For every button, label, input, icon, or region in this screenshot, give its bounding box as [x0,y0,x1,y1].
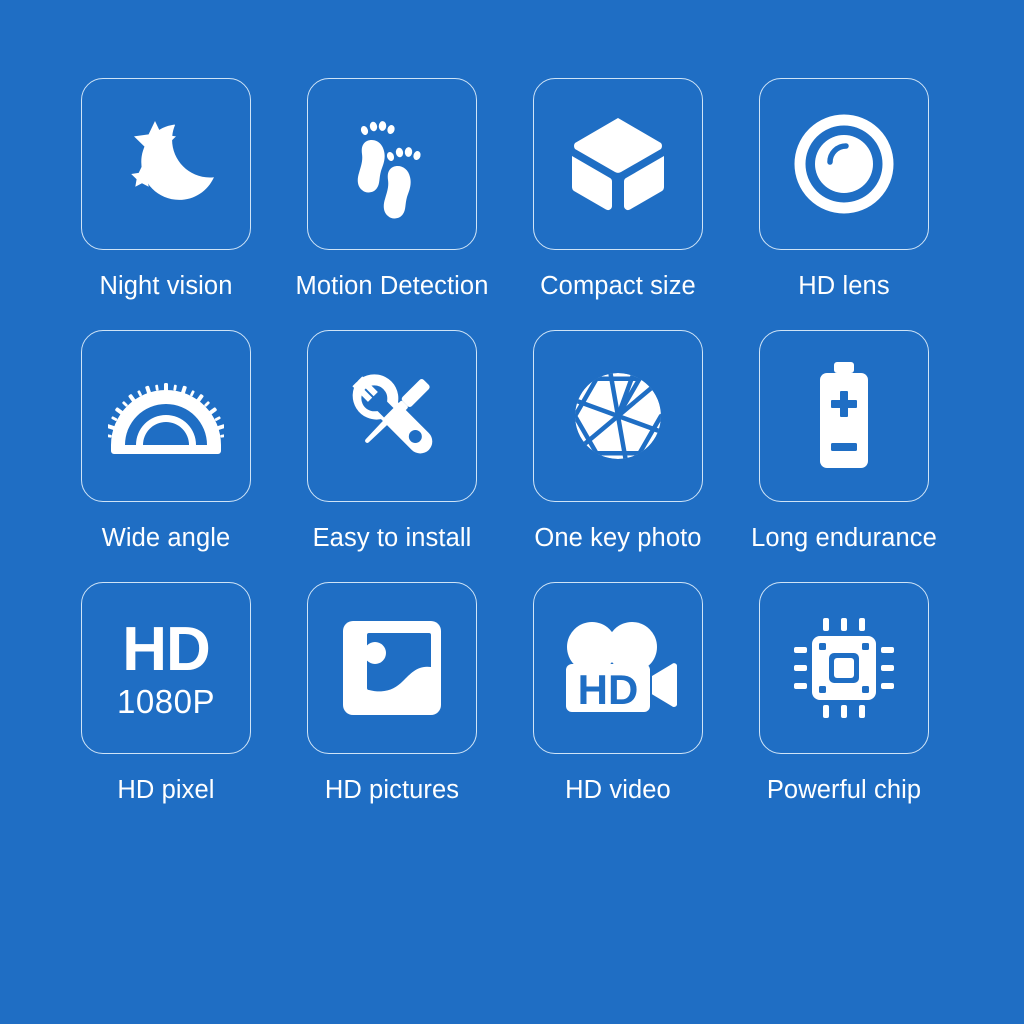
cpu-chip-icon [788,612,900,724]
feature-icon-tile [759,582,929,755]
feature-icon-tile [307,330,477,503]
footprints-icon [337,109,447,219]
hd-1080p-text-icon: HD 1080P [117,614,215,720]
hd-video-text: HD [578,666,639,713]
feature-label: HD pixel [117,776,215,805]
feature-icon-tile [307,78,477,250]
feature-card-wide-angle[interactable]: Wide angle [81,330,251,552]
feature-card-night-vision[interactable]: Night vision [81,78,251,300]
feature-icon-tile [533,330,703,503]
feature-icon-tile [81,330,251,503]
feature-card-long-endurance[interactable]: Long endurance [751,330,937,552]
feature-label: Compact size [540,272,696,300]
feature-icon-tile [759,78,929,250]
feature-label: Wide angle [101,524,231,553]
cube-icon [564,110,672,218]
feature-card-hd-video[interactable]: HD HD video [533,582,703,804]
feature-card-hd-lens[interactable]: HD lens [759,78,929,300]
feature-card-compact-size[interactable]: Compact size [533,78,703,300]
feature-icon-tile: HD 1080P [81,582,251,755]
feature-label: Night vision [99,272,233,300]
moon-stars-icon [111,109,221,219]
aperture-icon [564,362,672,470]
feature-grid: Night vision Motion Detection Compact si… [81,78,937,804]
protractor-icon [108,371,224,461]
photo-icon [339,615,445,721]
feature-label: Powerful chip [766,776,922,805]
camera-lens-icon [790,110,898,218]
feature-label: Motion Detection [295,272,489,300]
feature-icon-tile [759,330,929,503]
feature-label: HD pictures [324,776,460,805]
feature-icon-tile [81,78,251,250]
feature-card-easy-to-install[interactable]: Easy to install [307,330,477,552]
feature-label: One key photo [534,524,702,553]
feature-icon-tile [307,582,477,755]
feature-label: HD lens [798,272,890,300]
battery-icon [802,360,886,472]
feature-icon-tile: HD [533,582,703,755]
hd-secondary-text: 1080P [117,682,215,720]
feature-card-hd-pixel[interactable]: HD 1080P HD pixel [81,582,251,804]
feature-card-hd-pictures[interactable]: HD pictures [307,582,477,804]
hd-video-camera-icon: HD [558,614,678,722]
feature-label: Easy to install [312,524,472,553]
feature-icon-tile [533,78,703,250]
hd-primary-text: HD [122,614,211,684]
feature-grid-poster: Night vision Motion Detection Compact si… [0,0,1024,1024]
feature-card-one-key-photo[interactable]: One key photo [533,330,703,552]
feature-card-powerful-chip[interactable]: Powerful chip [759,582,929,804]
feature-label: HD video [565,776,671,805]
feature-label: Long endurance [751,524,937,553]
feature-card-motion-detection[interactable]: Motion Detection [296,78,488,300]
wrench-screwdriver-icon [338,362,446,470]
